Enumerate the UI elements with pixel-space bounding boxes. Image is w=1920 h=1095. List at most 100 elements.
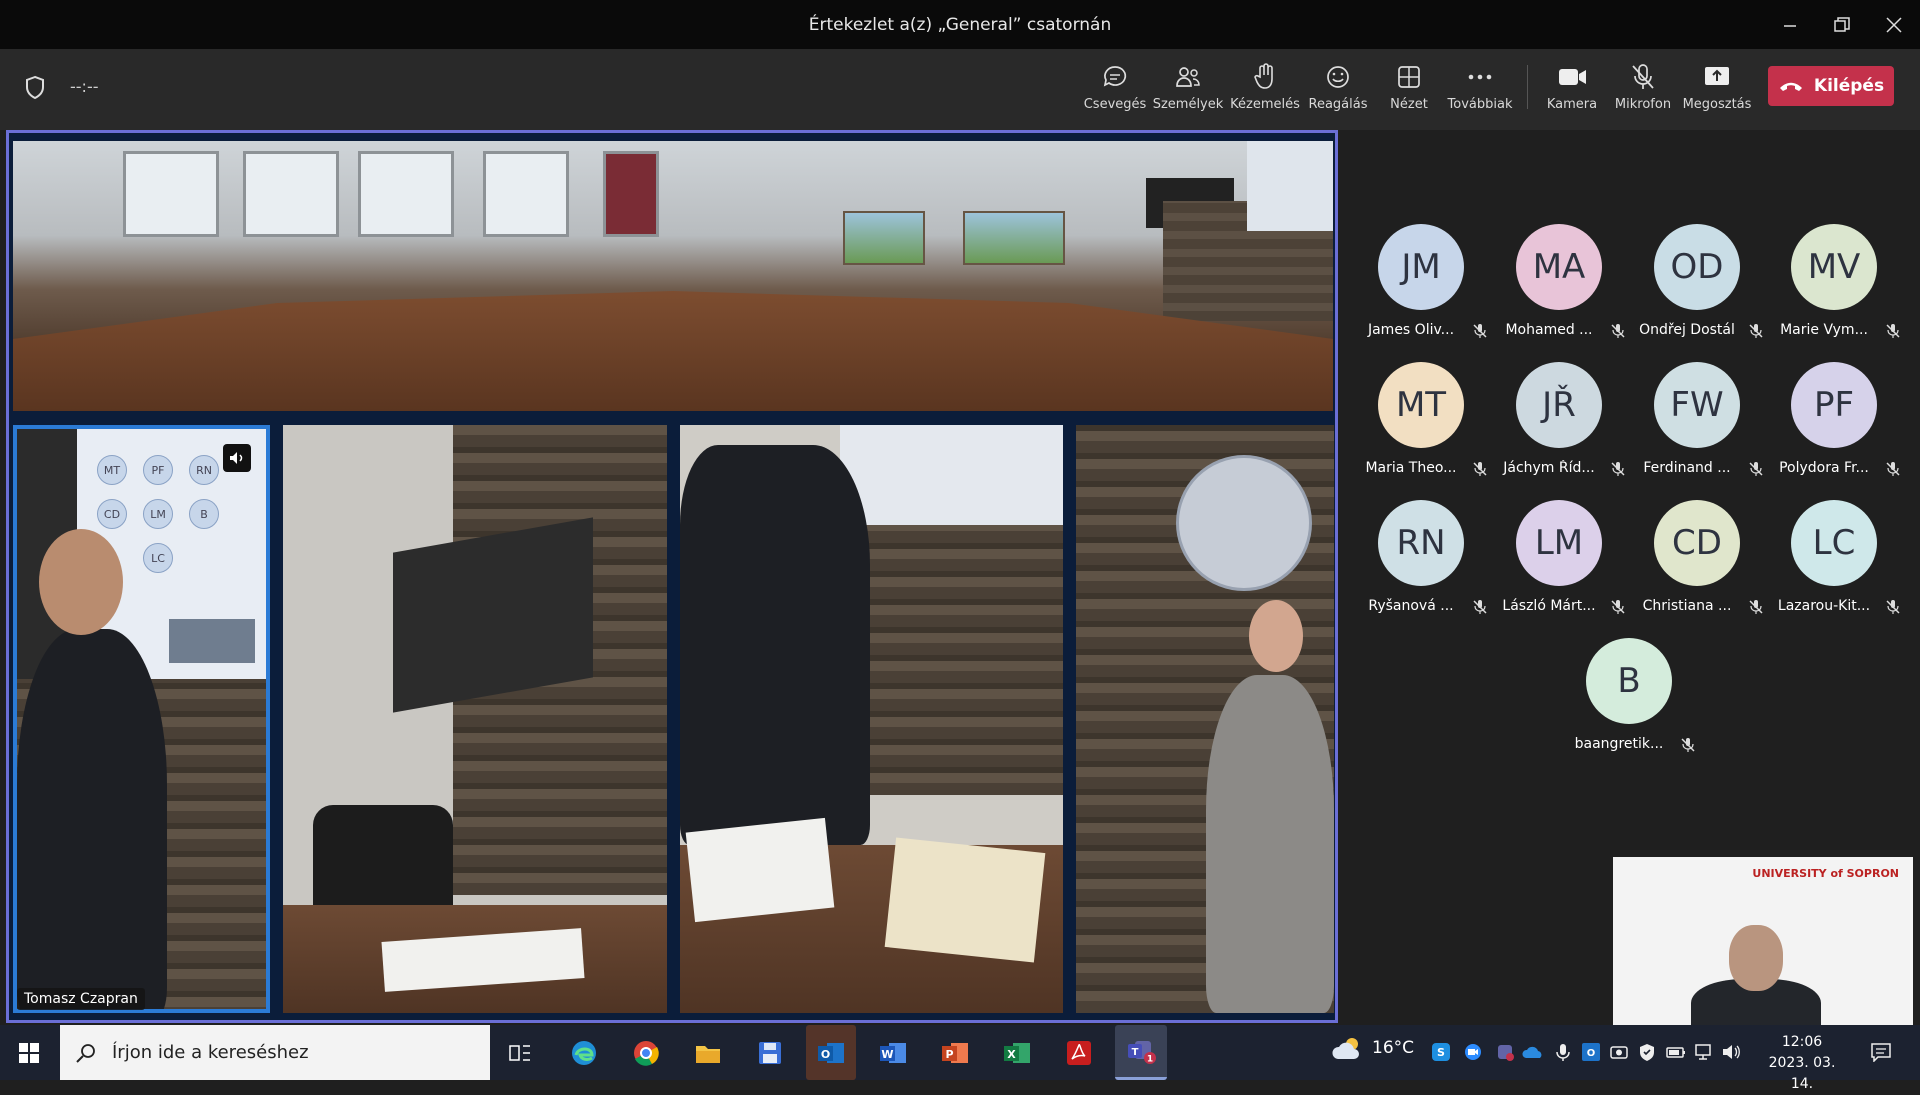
projector-screen: [1247, 141, 1333, 231]
taskbar-search-box[interactable]: Írjon ide a kereséshez: [60, 1025, 490, 1080]
edge-app-button[interactable]: [564, 1033, 604, 1073]
people-button[interactable]: Személyek: [1152, 63, 1224, 112]
video-tile-presenter-closeup[interactable]: [680, 425, 1063, 1013]
skype-icon[interactable]: S: [1432, 1043, 1450, 1061]
participant-avatar: FW: [1654, 362, 1740, 448]
start-button[interactable]: [0, 1025, 58, 1080]
microphone-tray-icon[interactable]: [1554, 1043, 1572, 1061]
chat-button[interactable]: Csevegés: [1079, 63, 1151, 112]
projected-screen: [840, 425, 1063, 525]
security-shield-icon[interactable]: [1638, 1043, 1656, 1061]
shield-icon[interactable]: [24, 75, 46, 101]
weather-widget[interactable]: 16°C: [1332, 1035, 1414, 1061]
camera-button[interactable]: Kamera: [1536, 63, 1608, 112]
svg-text:S: S: [1437, 1046, 1445, 1059]
excel-app-button[interactable]: X: [997, 1033, 1037, 1073]
microphone-button[interactable]: Mikrofon: [1607, 63, 1679, 112]
participant-avatar: B: [1586, 638, 1672, 724]
powerpoint-app-button[interactable]: P: [935, 1033, 975, 1073]
react-button[interactable]: Reagálás: [1302, 63, 1374, 112]
participant-tile[interactable]: PF Polydora Fr...: [1765, 362, 1903, 476]
video-tile-speaker[interactable]: MT PF RN CD LM B LC: [13, 425, 270, 1013]
leave-label: Kilépés: [1813, 76, 1885, 96]
mic-off-icon: [1749, 324, 1763, 338]
outlook-app-button[interactable]: O: [806, 1025, 856, 1080]
teams-icon: T1: [1128, 1041, 1156, 1065]
participant-tile[interactable]: JM James Oliv...: [1352, 224, 1490, 338]
participant-tile[interactable]: MT Maria Theo...: [1352, 362, 1490, 476]
save-app-button[interactable]: [750, 1033, 790, 1073]
raise-hand-button[interactable]: Kézemelés: [1229, 63, 1301, 112]
share-button[interactable]: Megosztás: [1681, 63, 1753, 112]
self-view-video[interactable]: UNIVERSITY of SOPRON: [1613, 857, 1913, 1025]
mic-off-icon: [1611, 324, 1625, 338]
volume-icon[interactable]: [1722, 1043, 1742, 1061]
mic-off-icon: [1886, 600, 1900, 614]
weather-temperature: 16°C: [1372, 1038, 1415, 1058]
participant-tile[interactable]: CD Christiana ...: [1628, 500, 1766, 614]
camera-tray-icon[interactable]: [1610, 1043, 1628, 1061]
zoom-icon[interactable]: [1464, 1043, 1482, 1061]
task-view-button[interactable]: [500, 1033, 540, 1073]
mini-avatar: CD: [97, 499, 127, 529]
participant-tile[interactable]: FW Ferdinand ...: [1628, 362, 1766, 476]
restore-button[interactable]: [1816, 0, 1868, 49]
network-icon[interactable]: [1694, 1043, 1712, 1061]
acrobat-icon: [1067, 1041, 1091, 1065]
share-label: Megosztás: [1682, 97, 1752, 112]
file-explorer-button[interactable]: [688, 1033, 728, 1073]
minimize-button[interactable]: [1764, 0, 1816, 49]
view-button[interactable]: Nézet: [1373, 63, 1445, 112]
speaker-volume-indicator: [223, 444, 251, 472]
participant-tile[interactable]: RN Ryšanová ...: [1352, 500, 1490, 614]
teams-app-button[interactable]: T1: [1115, 1025, 1167, 1080]
participant-avatar: PF: [1791, 362, 1877, 448]
react-label: Reagálás: [1308, 97, 1368, 112]
video-tile-host[interactable]: [1076, 425, 1334, 1013]
mini-avatar: LM: [143, 499, 173, 529]
taskbar-clock[interactable]: 12:06 2023. 03. 14.: [1760, 1032, 1844, 1095]
participant-tile[interactable]: JŘ Jáchym Říd...: [1490, 362, 1628, 476]
participant-tile[interactable]: MV Marie Vym...: [1765, 224, 1903, 338]
participant-name: Ryšanová ...: [1368, 598, 1454, 614]
camera-label: Kamera: [1546, 97, 1598, 112]
mini-video-preview: [169, 619, 255, 663]
participant-avatar: MA: [1516, 224, 1602, 310]
raise-hand-icon: [1254, 63, 1273, 89]
participant-name: Marie Vym...: [1780, 322, 1868, 338]
participant-tile[interactable]: LC Lazarou-Kit...: [1765, 500, 1903, 614]
participant-tile[interactable]: LM László Márt...: [1490, 500, 1628, 614]
participant-tile[interactable]: Bbaangretik...: [1560, 638, 1698, 752]
close-icon: [1886, 16, 1902, 33]
windows-taskbar: Írjon ide a kereséshez O W P X T1 16°C S…: [0, 1025, 1920, 1092]
leave-button[interactable]: Kilépés: [1768, 66, 1894, 106]
window-controls: [1764, 0, 1920, 49]
mini-avatar: MT: [97, 455, 127, 485]
share-icon: [1705, 67, 1729, 85]
minimize-icon: [1784, 24, 1796, 27]
word-app-button[interactable]: W: [873, 1033, 913, 1073]
onedrive-icon[interactable]: [1522, 1043, 1544, 1061]
svg-text:T: T: [1132, 1047, 1139, 1058]
battery-icon[interactable]: [1666, 1043, 1686, 1061]
chrome-app-button[interactable]: [626, 1033, 666, 1073]
teams-tray-icon[interactable]: [1496, 1043, 1514, 1061]
participant-name: Mohamed ...: [1505, 322, 1593, 338]
close-button[interactable]: [1868, 0, 1920, 49]
mini-avatar: B: [189, 499, 219, 529]
video-tile-room-tv[interactable]: [283, 425, 667, 1013]
participant-tile[interactable]: OD Ondřej Dostál: [1628, 224, 1766, 338]
window: [123, 151, 219, 237]
participant-name: baangretik...: [1574, 736, 1664, 752]
notifications-icon[interactable]: [1870, 1042, 1892, 1062]
more-button[interactable]: Továbbiak: [1444, 63, 1516, 112]
acrobat-app-button[interactable]: [1059, 1033, 1099, 1073]
more-label: Továbbiak: [1447, 97, 1513, 112]
view-grid-icon: [1398, 66, 1420, 88]
participant-tile[interactable]: MA Mohamed ...: [1490, 224, 1628, 338]
speaker-icon: [230, 452, 243, 464]
outlook-tray-icon[interactable]: O: [1582, 1043, 1600, 1061]
folder-icon: [696, 1046, 720, 1063]
speaker-nameplate: Tomasz Czapran: [17, 988, 145, 1010]
mic-off-icon: [1611, 600, 1625, 614]
